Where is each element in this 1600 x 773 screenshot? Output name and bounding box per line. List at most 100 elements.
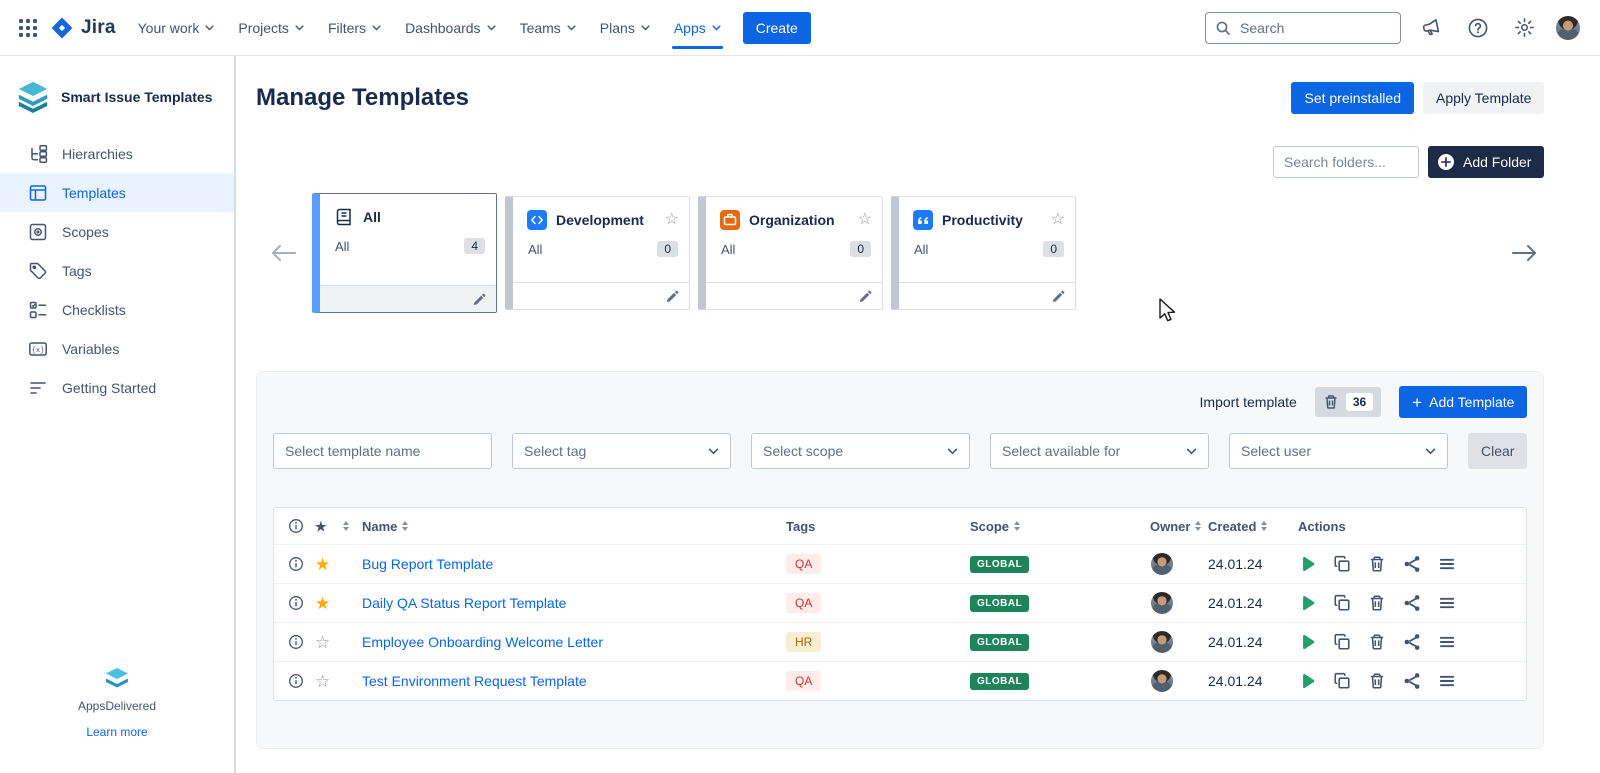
folder-cards: All All 4 Development ☆ All 0 O: [312, 193, 1076, 313]
recycle-bin-button[interactable]: 36: [1315, 387, 1381, 417]
copy-template-icon[interactable]: [1333, 672, 1351, 690]
user-avatar[interactable]: [1554, 14, 1582, 42]
row-menu-icon[interactable]: [1438, 594, 1456, 612]
star-outline-icon[interactable]: ☆: [665, 212, 679, 228]
sidebar-item-scopes[interactable]: Scopes: [0, 212, 234, 251]
app-switcher-icon[interactable]: [12, 12, 44, 44]
folder-card-all[interactable]: All All 4: [312, 193, 497, 313]
nav-item-teams[interactable]: Teams: [508, 0, 588, 56]
delete-template-icon[interactable]: [1368, 672, 1386, 690]
star-outline-icon[interactable]: ☆: [858, 212, 872, 228]
info-icon[interactable]: [288, 595, 304, 611]
learn-more-link[interactable]: Learn more: [86, 725, 147, 739]
delete-template-icon[interactable]: [1368, 633, 1386, 651]
owner-avatar[interactable]: [1150, 630, 1174, 654]
column-header-scope[interactable]: Scope: [970, 519, 1009, 534]
nav-item-apps[interactable]: Apps: [662, 0, 733, 56]
copy-template-icon[interactable]: [1333, 633, 1351, 651]
folder-card-development[interactable]: Development ☆ All 0: [505, 196, 690, 310]
delete-template-icon[interactable]: [1368, 594, 1386, 612]
jira-logo[interactable]: Jira: [44, 16, 126, 40]
megaphone-icon[interactable]: [1414, 11, 1448, 45]
star-filled-icon[interactable]: ★: [315, 595, 330, 612]
edit-folder-icon[interactable]: [666, 290, 679, 303]
sidebar-item-getting-started[interactable]: Getting Started: [0, 368, 234, 407]
run-template-icon[interactable]: [1298, 672, 1316, 690]
set-preinstalled-button[interactable]: Set preinstalled: [1291, 82, 1414, 114]
info-icon[interactable]: [288, 673, 304, 689]
owner-avatar[interactable]: [1150, 591, 1174, 615]
edit-folder-icon[interactable]: [859, 290, 872, 303]
settings-gear-icon[interactable]: [1508, 11, 1541, 44]
variables-icon: {x}: [28, 339, 48, 359]
copy-template-icon[interactable]: [1333, 594, 1351, 612]
nav-item-filters[interactable]: Filters: [316, 0, 393, 56]
sidebar-item-variables[interactable]: {x} Variables: [0, 329, 234, 368]
star-filled-icon[interactable]: ★: [315, 556, 330, 573]
sort-icon[interactable]: [1261, 521, 1267, 531]
share-template-icon[interactable]: [1403, 555, 1421, 573]
clear-filters-button[interactable]: Clear: [1468, 433, 1527, 469]
sidebar-item-tags[interactable]: Tags: [0, 251, 234, 290]
filter-scope-select[interactable]: Select scope: [751, 433, 970, 469]
add-template-label: Add Template: [1429, 394, 1514, 410]
row-menu-icon[interactable]: [1438, 633, 1456, 651]
folder-card-productivity[interactable]: Productivity ☆ All 0: [891, 196, 1076, 310]
share-template-icon[interactable]: [1403, 633, 1421, 651]
add-template-button[interactable]: + Add Template: [1399, 386, 1527, 418]
sort-icon[interactable]: [343, 521, 349, 531]
run-template-icon[interactable]: [1298, 555, 1316, 573]
run-template-icon[interactable]: [1298, 633, 1316, 651]
info-icon[interactable]: [288, 556, 304, 572]
star-outline-icon[interactable]: ☆: [315, 673, 330, 690]
delete-template-icon[interactable]: [1368, 555, 1386, 573]
sort-icon[interactable]: [402, 521, 408, 531]
filter-tag-select[interactable]: Select tag: [512, 433, 731, 469]
template-name-link[interactable]: Bug Report Template: [362, 556, 493, 572]
tag-badge: HR: [786, 632, 821, 652]
add-folder-button[interactable]: Add Folder: [1428, 146, 1544, 178]
info-icon[interactable]: [288, 634, 304, 650]
nav-item-your-work[interactable]: Your work: [126, 0, 227, 56]
owner-avatar[interactable]: [1150, 552, 1174, 576]
help-icon[interactable]: [1461, 11, 1495, 45]
row-menu-icon[interactable]: [1438, 672, 1456, 690]
apply-template-button[interactable]: Apply Template: [1423, 82, 1544, 114]
global-search-input[interactable]: [1238, 19, 1391, 37]
nav-item-dashboards[interactable]: Dashboards: [393, 0, 508, 56]
copy-template-icon[interactable]: [1333, 555, 1351, 573]
global-search[interactable]: [1205, 12, 1401, 44]
template-name-link[interactable]: Daily QA Status Report Template: [362, 595, 566, 611]
filter-template-name-input[interactable]: [273, 433, 492, 469]
share-template-icon[interactable]: [1403, 672, 1421, 690]
column-header-name[interactable]: Name: [362, 519, 397, 534]
sort-icon[interactable]: [1014, 521, 1020, 531]
sidebar-item-hierarchies[interactable]: Hierarchies: [0, 134, 234, 173]
create-button[interactable]: Create: [743, 12, 811, 44]
sidebar-item-templates[interactable]: Templates: [0, 173, 234, 212]
column-header-created[interactable]: Created: [1208, 519, 1256, 534]
folder-search-input[interactable]: [1273, 146, 1419, 178]
run-template-icon[interactable]: [1298, 594, 1316, 612]
carousel-right-arrow-icon[interactable]: [1504, 243, 1544, 263]
template-name-link[interactable]: Test Environment Request Template: [362, 673, 587, 689]
sort-icon[interactable]: [1195, 521, 1201, 531]
owner-avatar[interactable]: [1150, 669, 1174, 693]
folder-card-organization[interactable]: Organization ☆ All 0: [698, 196, 883, 310]
star-outline-icon[interactable]: ☆: [315, 634, 330, 651]
nav-item-projects[interactable]: Projects: [226, 0, 316, 56]
sidebar-item-checklists[interactable]: Checklists: [0, 290, 234, 329]
edit-folder-icon[interactable]: [473, 293, 486, 306]
tags-icon: [28, 261, 48, 281]
edit-folder-icon[interactable]: [1052, 290, 1065, 303]
carousel-left-arrow-icon[interactable]: [256, 243, 312, 263]
column-header-owner[interactable]: Owner: [1150, 519, 1190, 534]
share-template-icon[interactable]: [1403, 594, 1421, 612]
import-template-button[interactable]: Import template: [1200, 394, 1297, 410]
nav-item-plans[interactable]: Plans: [588, 0, 662, 56]
filter-user-select[interactable]: Select user: [1229, 433, 1448, 469]
row-menu-icon[interactable]: [1438, 555, 1456, 573]
filter-available-for-select[interactable]: Select available for: [990, 433, 1209, 469]
star-outline-icon[interactable]: ☆: [1051, 212, 1065, 228]
template-name-link[interactable]: Employee Onboarding Welcome Letter: [362, 634, 603, 650]
